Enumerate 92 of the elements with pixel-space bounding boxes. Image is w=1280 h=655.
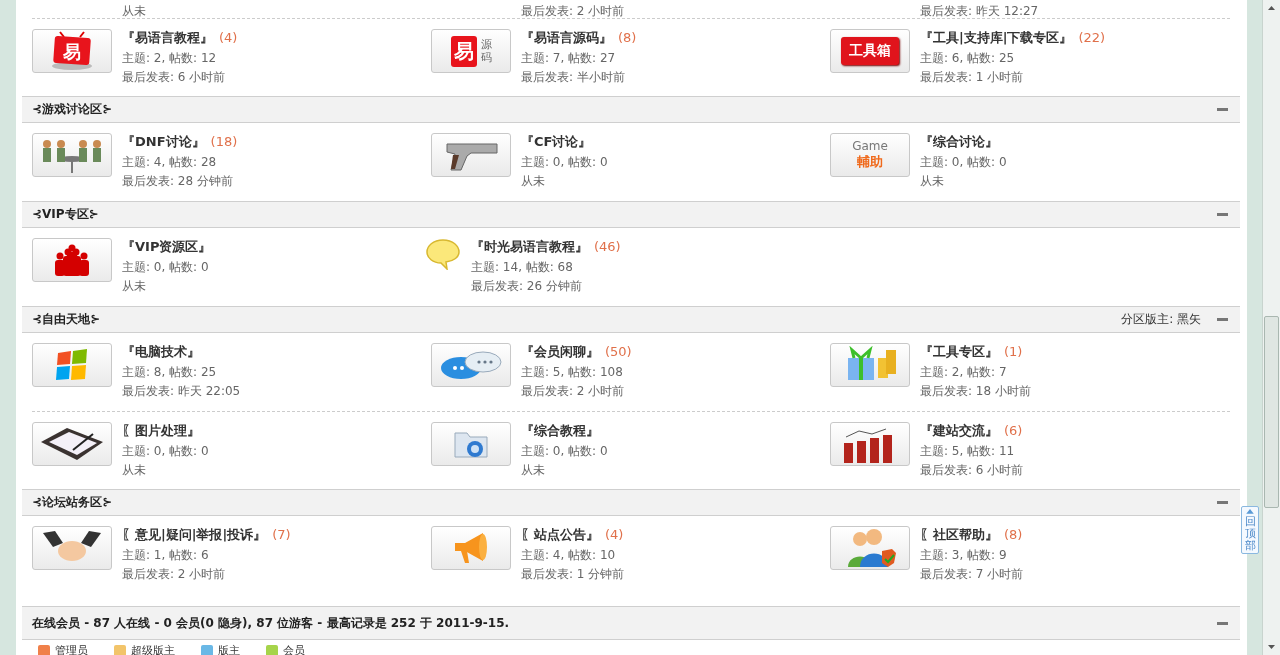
- forum-stats-text: 主题: 4, 帖数: 10: [521, 547, 617, 564]
- forum-stats-text: 主题: 0, 帖数: 0: [122, 443, 209, 460]
- forum-stats-text: 主题: 6, 帖数: 25: [920, 50, 1016, 67]
- forum-name-link[interactable]: 『建站交流』: [920, 422, 998, 440]
- section-title[interactable]: ⊰游戏讨论区⊱: [32, 101, 113, 118]
- people-group-icon: [52, 244, 92, 276]
- forum-icon[interactable]: [32, 238, 112, 282]
- new-post-count: (4): [219, 30, 238, 45]
- last-post-text: 最后发表: 7 小时前: [920, 566, 1024, 583]
- last-post-text: 从未: [521, 462, 546, 479]
- last-post-text: 最后发表: 1 小时前: [920, 69, 1025, 86]
- moderator-text: 分区版主: 黑矢: [1121, 311, 1201, 328]
- last-post-text: 从未: [920, 173, 945, 190]
- forum-stats-text: 主题: 5, 帖数: 108: [521, 364, 624, 381]
- forum-name-link[interactable]: 『工具专区』: [920, 343, 998, 361]
- section-title[interactable]: ⊰VIP专区⊱: [32, 206, 99, 223]
- forum-icon[interactable]: [32, 526, 112, 570]
- last-post-text: 从未: [122, 462, 147, 479]
- forum-name-link[interactable]: 『会员闲聊』: [521, 343, 599, 361]
- collapse-icon[interactable]: [1217, 621, 1228, 625]
- forum-name-link[interactable]: 『VIP资源区』: [122, 238, 212, 256]
- windows-logo-icon: [54, 347, 90, 383]
- new-post-count: (22): [1078, 30, 1106, 45]
- last-post-text: 最后发表: 18 小时前: [920, 383, 1031, 400]
- toolbox-icon: 工具箱: [841, 37, 899, 65]
- forum-icon[interactable]: 易: [32, 29, 112, 73]
- forum-stats-text: 主题: 5, 帖数: 11: [920, 443, 1016, 460]
- forum-stats-text: 主题: 0, 帖数: 0: [521, 443, 608, 460]
- forum-name-link[interactable]: 『时光易语言教程』: [471, 238, 588, 256]
- last-post-text: 从未: [122, 4, 146, 18]
- logo-text: 源 码: [480, 37, 492, 65]
- legend-label: 超级版主: [131, 643, 175, 655]
- last-post-text: 最后发表: 6 小时前: [122, 69, 227, 86]
- back-to-top-button[interactable]: 回顶部: [1241, 506, 1259, 554]
- forum-stats-text: 主题: 0, 帖数: 0: [920, 154, 1007, 171]
- scrollbar-thumb[interactable]: [1263, 316, 1279, 508]
- new-post-count: (8): [1004, 527, 1023, 542]
- game-logo: Game 輔助: [852, 138, 888, 172]
- forum-name-link[interactable]: 〖图片处理』: [122, 422, 200, 440]
- forum-stats-text: 主题: 2, 帖数: 12: [122, 50, 218, 67]
- forum-name-link[interactable]: 『综合讨论』: [920, 133, 998, 151]
- new-post-count: (6): [1004, 423, 1023, 438]
- legend-label: 管理员: [55, 643, 88, 655]
- last-post-text: 最后发表: 昨天 22:05: [122, 383, 241, 400]
- forum-name-link[interactable]: 『综合教程』: [521, 422, 599, 440]
- up-arrow-icon: [1246, 509, 1254, 514]
- new-post-count: (4): [605, 527, 624, 542]
- forum-icon[interactable]: [32, 422, 112, 466]
- last-post-text: 最后发表: 1 分钟前: [521, 566, 625, 583]
- last-post-text: 最后发表: 2 小时前: [521, 383, 626, 400]
- forum-stats-text: 主题: 8, 帖数: 25: [122, 364, 218, 381]
- legend-label: 版主: [218, 643, 240, 655]
- forum-name-link[interactable]: 〖站点公告』: [521, 526, 599, 544]
- new-post-count: (1): [1004, 344, 1023, 359]
- forum-name-link[interactable]: 『易语言源码』: [521, 29, 612, 47]
- last-post-text: 最后发表: 28 分钟前: [122, 173, 234, 190]
- new-post-count: (50): [605, 344, 632, 359]
- last-post-text: 从未: [521, 173, 546, 190]
- forum-name-link[interactable]: 『电脑技术』: [122, 343, 200, 361]
- forum-stats-text: 主题: 2, 帖数: 7: [920, 364, 1008, 381]
- logo-mark: 易: [450, 35, 477, 67]
- last-post-text: 最后发表: 半小时前: [521, 69, 626, 86]
- forum-name-link[interactable]: 『工具|支持库|下载专区』: [920, 29, 1073, 47]
- new-post-count: (18): [210, 134, 238, 149]
- last-post-text: 最后发表: 26 分钟前: [471, 278, 583, 295]
- new-post-count: (7): [272, 527, 291, 542]
- new-post-count: (46): [594, 239, 621, 254]
- legend-label: 会员: [283, 643, 305, 655]
- section-title[interactable]: ⊰论坛站务区⊱: [32, 494, 113, 511]
- forum-name-link[interactable]: 『CF讨论』: [521, 133, 592, 151]
- forum-stats-text: 主题: 0, 帖数: 0: [521, 154, 608, 171]
- forum-name-link[interactable]: 〖意见|疑问|举报|投诉』: [122, 526, 267, 544]
- last-post-text: 最后发表: 6 小时前: [920, 462, 1024, 479]
- forum-icon[interactable]: [830, 422, 910, 466]
- section-title[interactable]: ⊰自由天地⊱: [32, 311, 101, 328]
- forum-icon[interactable]: Game 輔助: [830, 133, 910, 177]
- new-post-count: (8): [618, 30, 637, 45]
- forum-name-link[interactable]: 『DNF讨论』: [122, 133, 205, 151]
- forum-name-link[interactable]: 〖社区帮助』: [920, 526, 998, 544]
- forum-stats-text: 主题: 3, 帖数: 9: [920, 547, 1008, 564]
- online-summary: 在线会员 - 87 人在线 - 0 会员(0 隐身), 87 位游客 - 最高记录是 252 于 2011-9-15.: [32, 614, 510, 632]
- last-post-text: 最后发表: 2 小时前: [521, 4, 625, 18]
- last-post-text: 最后发表: 昨天 12:27: [920, 4, 1039, 18]
- forum-stats-text: 主题: 1, 帖数: 6: [122, 547, 210, 564]
- last-post-text: 从未: [122, 278, 147, 295]
- last-post-text: 最后发表: 2 小时前: [122, 566, 227, 583]
- forum-stats-text: 主题: 7, 帖数: 27: [521, 50, 617, 67]
- forum-stats-text: 主题: 0, 帖数: 0: [122, 259, 210, 276]
- forum-stats-text: 主题: 14, 帖数: 68: [471, 259, 574, 276]
- forum-stats-text: 主题: 4, 帖数: 28: [122, 154, 218, 171]
- forum-name-link[interactable]: 『易语言教程』: [122, 29, 213, 47]
- forum-icon[interactable]: 工具箱: [830, 29, 910, 73]
